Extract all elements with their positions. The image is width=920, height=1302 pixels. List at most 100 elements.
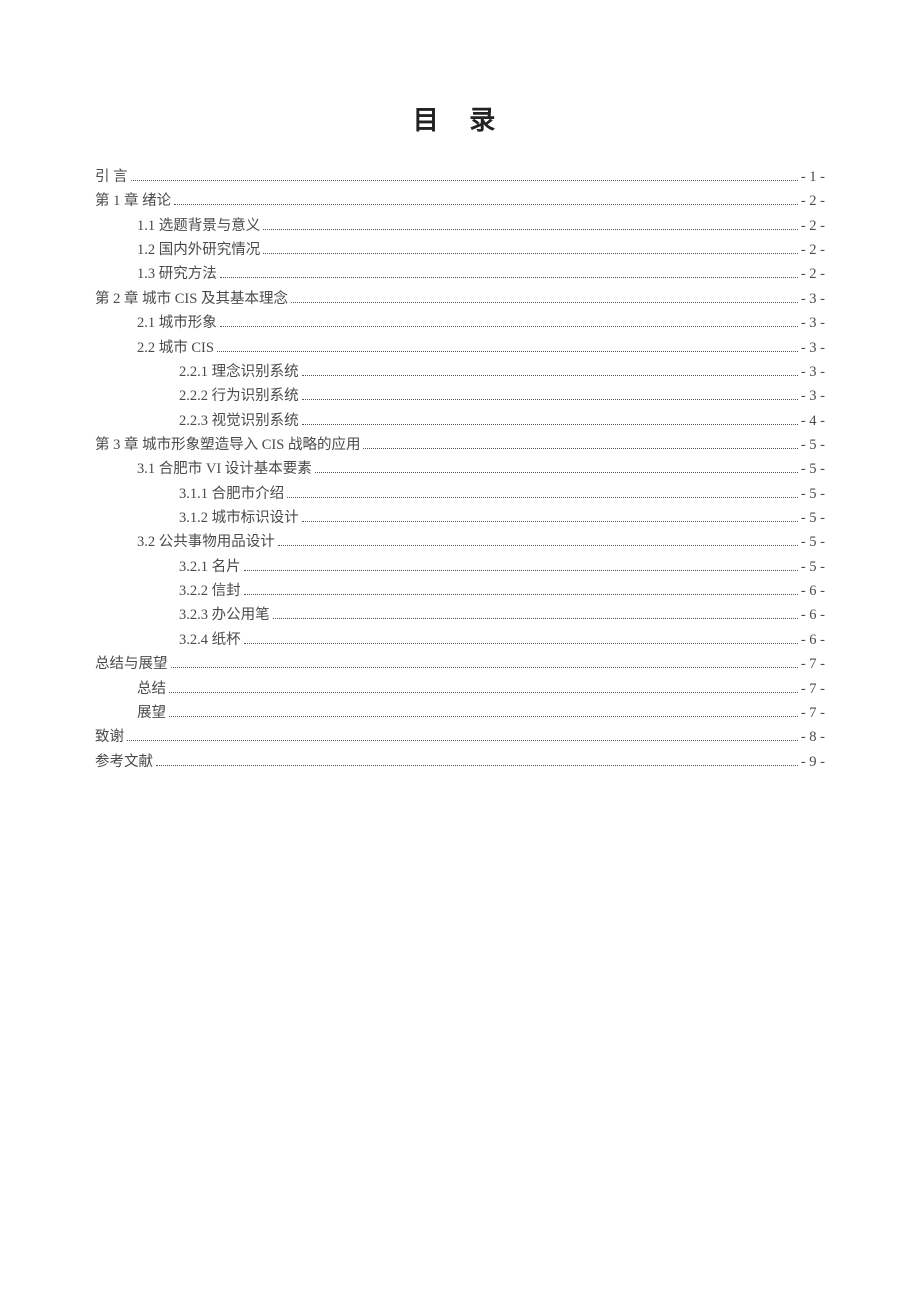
toc-entry-page: - 7 - xyxy=(801,701,825,725)
toc-entry: 1.1 选题背景与意义 - 2 - xyxy=(95,214,825,238)
toc-entry-page: - 5 - xyxy=(801,433,825,457)
toc-entry: 2.1 城市形象 - 3 - xyxy=(95,311,825,335)
toc-entry-page: - 5 - xyxy=(801,482,825,506)
toc-entry-label: 2.2 城市 CIS xyxy=(137,336,214,360)
toc-entry-page: - 7 - xyxy=(801,652,825,676)
toc-entry: 2.2.2 行为识别系统 - 3 - xyxy=(95,384,825,408)
toc-entry-page: - 6 - xyxy=(801,603,825,627)
toc-entry: 第 1 章 绪论 - 2 - xyxy=(95,189,825,213)
toc-leader-dots xyxy=(169,692,798,693)
toc-entry-label: 2.2.1 理念识别系统 xyxy=(179,360,299,384)
toc-entry: 第 2 章 城市 CIS 及其基本理念 - 3 - xyxy=(95,287,825,311)
toc-leader-dots xyxy=(302,399,798,400)
toc-entry-label: 第 1 章 绪论 xyxy=(95,189,171,213)
toc-entry-label: 1.2 国内外研究情况 xyxy=(137,238,260,262)
toc-entry-label: 1.3 研究方法 xyxy=(137,262,217,286)
toc-entry-label: 2.2.2 行为识别系统 xyxy=(179,384,299,408)
toc-entry-page: - 3 - xyxy=(801,311,825,335)
toc-entry: 展望 - 7 - xyxy=(95,701,825,725)
toc-entry: 3.2.2 信封 - 6 - xyxy=(95,579,825,603)
toc-leader-dots xyxy=(302,424,798,425)
toc-title: 目 录 xyxy=(95,100,825,137)
toc-entry: 总结与展望- 7 - xyxy=(95,652,825,676)
toc-leader-dots xyxy=(244,643,798,644)
toc-entry: 3.1.1 合肥市介绍 - 5 - xyxy=(95,482,825,506)
toc-entry-label: 3.2.4 纸杯 xyxy=(179,628,241,652)
toc-leader-dots xyxy=(315,472,798,473)
toc-leader-dots xyxy=(278,545,798,546)
toc-leader-dots xyxy=(156,765,798,766)
toc-leader-dots xyxy=(220,277,798,278)
toc-leader-dots xyxy=(302,375,798,376)
toc-entry-label: 3.1.1 合肥市介绍 xyxy=(179,482,284,506)
toc-entry-label: 3.2.3 办公用笔 xyxy=(179,603,270,627)
toc-entry: 3.2.3 办公用笔 - 6 - xyxy=(95,603,825,627)
toc-leader-dots xyxy=(244,594,798,595)
toc-entry-page: - 3 - xyxy=(801,360,825,384)
toc-leader-dots xyxy=(291,302,798,303)
toc-entry-page: - 3 - xyxy=(801,384,825,408)
toc-entry-page: - 5 - xyxy=(801,555,825,579)
toc-entry-label: 2.2.3 视觉识别系统 xyxy=(179,409,299,433)
toc-entry: 第 3 章 城市形象塑造导入 CIS 战略的应用 - 5 - xyxy=(95,433,825,457)
toc-entry: 3.2.4 纸杯- 6 - xyxy=(95,628,825,652)
toc-entry-page: - 2 - xyxy=(801,238,825,262)
toc-leader-dots xyxy=(171,667,798,668)
toc-leader-dots xyxy=(287,497,798,498)
toc-entry-page: - 5 - xyxy=(801,457,825,481)
toc-entry-page: - 7 - xyxy=(801,677,825,701)
toc-leader-dots xyxy=(263,229,798,230)
toc-entry-label: 3.2 公共事物用品设计 xyxy=(137,530,275,554)
toc-entry: 2.2.1 理念识别系统 - 3 - xyxy=(95,360,825,384)
toc-entry-label: 引 言 xyxy=(95,165,128,189)
toc-entry: 3.1.2 城市标识设计 - 5 - xyxy=(95,506,825,530)
toc-entry-page: - 2 - xyxy=(801,214,825,238)
toc-entry-page: - 2 - xyxy=(801,189,825,213)
toc-entry: 总结 - 7 - xyxy=(95,677,825,701)
toc-leader-dots xyxy=(174,204,798,205)
toc-leader-dots xyxy=(273,618,798,619)
toc-entry: 3.2 公共事物用品设计 - 5 - xyxy=(95,530,825,554)
toc-entry-label: 2.1 城市形象 xyxy=(137,311,217,335)
toc-entry: 参考文献 - 9 - xyxy=(95,750,825,774)
table-of-contents: 引 言- 1 -第 1 章 绪论- 2 -1.1 选题背景与意义- 2 -1.2… xyxy=(95,165,825,774)
toc-entry-page: - 5 - xyxy=(801,530,825,554)
toc-leader-dots xyxy=(244,570,798,571)
toc-entry-label: 参考文献 xyxy=(95,750,153,774)
toc-entry-label: 3.2.1 名片 xyxy=(179,555,241,579)
toc-entry-page: - 3 - xyxy=(801,336,825,360)
toc-entry: 3.1 合肥市 VI 设计基本要素 - 5 - xyxy=(95,457,825,481)
toc-entry: 1.3 研究方法 - 2 - xyxy=(95,262,825,286)
toc-leader-dots xyxy=(131,180,798,181)
toc-entry: 引 言 - 1 - xyxy=(95,165,825,189)
toc-leader-dots xyxy=(302,521,798,522)
toc-entry: 2.2 城市 CIS - 3 - xyxy=(95,336,825,360)
toc-leader-dots xyxy=(263,253,798,254)
toc-entry-page: - 1 - xyxy=(801,165,825,189)
toc-leader-dots xyxy=(220,326,798,327)
toc-leader-dots xyxy=(363,448,797,449)
toc-entry-page: - 4 - xyxy=(801,409,825,433)
toc-entry: 2.2.3 视觉识别系统 - 4 - xyxy=(95,409,825,433)
toc-entry-page: - 3 - xyxy=(801,287,825,311)
toc-entry-label: 总结 xyxy=(137,677,166,701)
toc-entry-label: 致谢 xyxy=(95,725,124,749)
toc-entry-label: 3.1 合肥市 VI 设计基本要素 xyxy=(137,457,312,481)
toc-entry-label: 第 2 章 城市 CIS 及其基本理念 xyxy=(95,287,288,311)
toc-entry-page: - 6 - xyxy=(801,579,825,603)
toc-entry: 致谢 - 8 - xyxy=(95,725,825,749)
toc-entry-page: - 5 - xyxy=(801,506,825,530)
toc-entry-page: - 8 - xyxy=(801,725,825,749)
toc-entry-label: 第 3 章 城市形象塑造导入 CIS 战略的应用 xyxy=(95,433,360,457)
toc-entry-label: 3.2.2 信封 xyxy=(179,579,241,603)
toc-entry-page: - 2 - xyxy=(801,262,825,286)
toc-entry: 1.2 国内外研究情况 - 2 - xyxy=(95,238,825,262)
toc-leader-dots xyxy=(217,351,798,352)
toc-entry-label: 1.1 选题背景与意义 xyxy=(137,214,260,238)
toc-leader-dots xyxy=(127,740,798,741)
toc-leader-dots xyxy=(169,716,798,717)
toc-entry-page: - 9 - xyxy=(801,750,825,774)
toc-entry-label: 展望 xyxy=(137,701,166,725)
toc-entry: 3.2.1 名片 - 5 - xyxy=(95,555,825,579)
toc-entry-label: 3.1.2 城市标识设计 xyxy=(179,506,299,530)
